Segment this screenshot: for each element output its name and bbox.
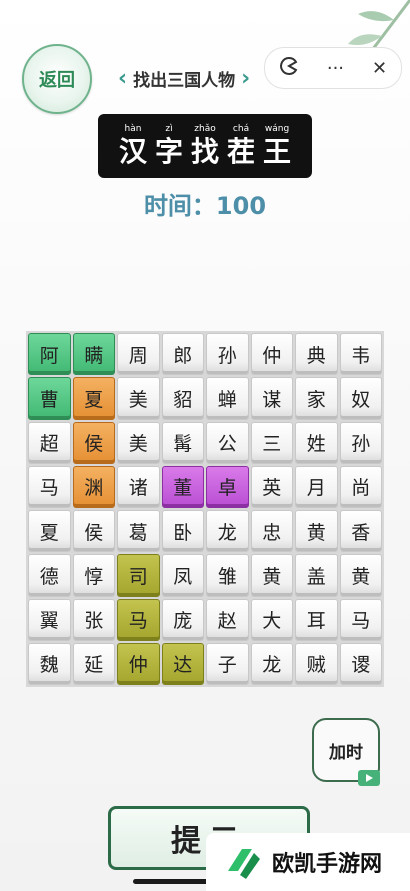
timer: 时间：100 <box>143 192 267 220</box>
grid-tile[interactable]: 侯 <box>72 510 115 553</box>
grid-tile[interactable]: 诸 <box>117 465 160 508</box>
more-button[interactable]: ··· <box>327 58 344 79</box>
watermark-text: 欧凯手游网 <box>272 852 383 877</box>
grid-tile[interactable]: 贼 <box>295 642 338 685</box>
grid-tile[interactable]: 香 <box>339 510 382 553</box>
video-icon <box>358 770 380 786</box>
grid-tile[interactable]: 惇 <box>72 554 115 597</box>
grid-tile[interactable]: 姓 <box>295 421 338 464</box>
grid-tile[interactable]: 司 <box>117 554 160 597</box>
grid-tile[interactable]: 黄 <box>339 554 382 597</box>
grid-tile[interactable]: 仲 <box>250 333 293 376</box>
grid-tile[interactable]: 瞒 <box>72 333 115 376</box>
grid-tile[interactable]: 凤 <box>161 554 204 597</box>
level-title-text: 找出三国人物 <box>133 71 236 91</box>
grid-tile[interactable]: 马 <box>28 465 71 508</box>
grid-tile[interactable]: 英 <box>250 465 293 508</box>
chevron-right-icon: › <box>241 65 251 91</box>
grid-tile[interactable]: 超 <box>28 421 71 464</box>
grid-tile[interactable]: 侯 <box>72 421 115 464</box>
logo-char: zhǎo 找 <box>191 124 219 168</box>
grid-tile[interactable]: 黄 <box>295 510 338 553</box>
grid-tile[interactable]: 卓 <box>206 465 249 508</box>
logo-hanzi: 字 <box>154 135 183 168</box>
grid-tile[interactable]: 卧 <box>161 510 204 553</box>
game-logo: hàn 汉 zì 字 zhǎo 找 chá 茬 wáng 王 <box>98 114 312 178</box>
grid-tile[interactable]: 谡 <box>339 642 382 685</box>
grid-tile[interactable]: 达 <box>161 642 204 685</box>
grid-tile[interactable]: 耳 <box>295 598 338 641</box>
grid-tile[interactable]: 翼 <box>28 598 71 641</box>
add-time-button[interactable]: 加时 <box>312 718 380 786</box>
grid-tile[interactable]: 夏 <box>28 510 71 553</box>
grid-tile[interactable]: 葛 <box>117 510 160 553</box>
grid-tile[interactable]: 大 <box>250 598 293 641</box>
grid-tile[interactable]: 夏 <box>72 377 115 420</box>
grid-tile[interactable]: 美 <box>117 421 160 464</box>
watermark-logo-icon <box>228 849 260 879</box>
watermark: 欧凯手游网 <box>206 833 410 891</box>
grid-tile[interactable]: 家 <box>295 377 338 420</box>
logo-char: zì 字 <box>155 124 183 168</box>
grid-tile[interactable]: 魏 <box>28 642 71 685</box>
grid-tile[interactable]: 典 <box>295 333 338 376</box>
grid-tile[interactable]: 貂 <box>161 377 204 420</box>
logo-char: wáng 王 <box>263 124 291 168</box>
grid-tile[interactable]: 孙 <box>206 333 249 376</box>
grid-tile[interactable]: 阿 <box>28 333 71 376</box>
grid-tile[interactable]: 谋 <box>250 377 293 420</box>
grid-tile[interactable]: 龙 <box>206 510 249 553</box>
grid-tile[interactable]: 周 <box>117 333 160 376</box>
logo-hanzi: 王 <box>263 135 292 168</box>
grid-tile[interactable]: 忠 <box>250 510 293 553</box>
grid-tile[interactable]: 马 <box>117 598 160 641</box>
grid-tile[interactable]: 雏 <box>206 554 249 597</box>
level-title: ‹ 找出三国人物 › <box>118 66 250 91</box>
grid-tile[interactable]: 庞 <box>161 598 204 641</box>
grid-tile[interactable]: 黄 <box>250 554 293 597</box>
pacman-icon[interactable] <box>279 56 299 81</box>
grid-tile[interactable]: 盖 <box>295 554 338 597</box>
grid-tile[interactable]: 龙 <box>250 642 293 685</box>
close-button[interactable]: ✕ <box>372 58 387 79</box>
logo-char: hàn 汉 <box>119 124 147 168</box>
logo-char: chá 茬 <box>227 124 255 168</box>
grid-tile[interactable]: 髯 <box>161 421 204 464</box>
logo-hanzi: 汉 <box>118 135 147 168</box>
grid-tile[interactable]: 蝉 <box>206 377 249 420</box>
grid-tile[interactable]: 曹 <box>28 377 71 420</box>
grid-tile[interactable]: 三 <box>250 421 293 464</box>
grid-tile[interactable]: 郎 <box>161 333 204 376</box>
grid-tile[interactable]: 仲 <box>117 642 160 685</box>
logo-hanzi: 茬 <box>227 135 256 168</box>
back-button-label: 返回 <box>39 70 75 91</box>
grid-tile[interactable]: 渊 <box>72 465 115 508</box>
grid-tile[interactable]: 德 <box>28 554 71 597</box>
grid-tile[interactable]: 张 <box>72 598 115 641</box>
grid-tile[interactable]: 奴 <box>339 377 382 420</box>
grid-tile[interactable]: 尚 <box>339 465 382 508</box>
grid-tile[interactable]: 孙 <box>339 421 382 464</box>
logo-hanzi: 找 <box>190 135 219 168</box>
grid-tile[interactable]: 公 <box>206 421 249 464</box>
grid-tile[interactable]: 延 <box>72 642 115 685</box>
mini-program-capsule: ··· ✕ <box>264 47 402 89</box>
grid-tile[interactable]: 子 <box>206 642 249 685</box>
grid-tile[interactable]: 月 <box>295 465 338 508</box>
character-grid: 阿瞒周郎孙仲典韦曹夏美貂蝉谋家奴超侯美髯公三姓孙马渊诸董卓英月尚夏侯葛卧龙忠黄香… <box>26 331 384 687</box>
chevron-left-icon: ‹ <box>118 65 128 91</box>
add-time-label: 加时 <box>329 742 363 763</box>
back-button[interactable]: 返回 <box>22 44 92 114</box>
grid-tile[interactable]: 韦 <box>339 333 382 376</box>
grid-tile[interactable]: 董 <box>161 465 204 508</box>
grid-tile[interactable]: 美 <box>117 377 160 420</box>
grid-tile[interactable]: 赵 <box>206 598 249 641</box>
grid-tile[interactable]: 马 <box>339 598 382 641</box>
